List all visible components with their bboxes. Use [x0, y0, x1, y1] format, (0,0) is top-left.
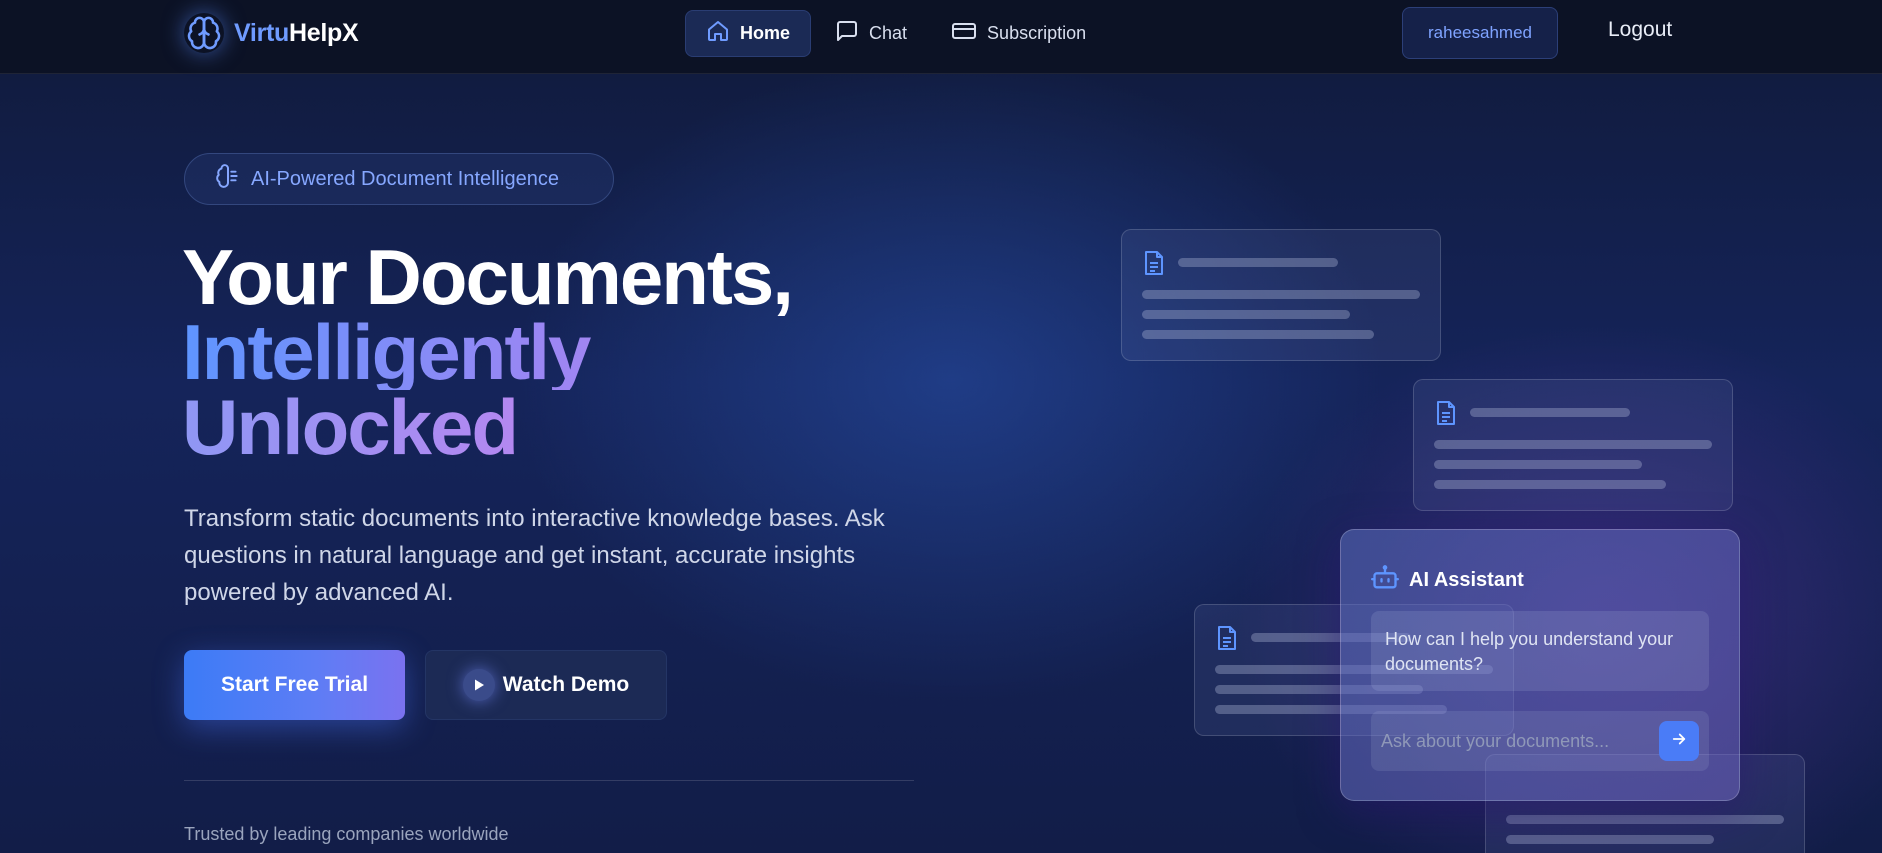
start-free-trial-button[interactable]: Start Free Trial — [184, 650, 405, 720]
nav-links: Home Chat Subscription — [685, 10, 1110, 57]
chat-icon — [835, 19, 869, 48]
nav-chat[interactable]: Chat — [815, 10, 927, 57]
brain-icon — [215, 163, 251, 195]
trusted-by-text: Trusted by leading companies worldwide — [184, 824, 509, 844]
hero-title-line2: Intelligently — [182, 313, 792, 391]
nav-home[interactable]: Home — [685, 10, 812, 57]
document-icon — [1142, 250, 1166, 281]
hero-description: Transform static documents into interact… — [184, 505, 885, 606]
arrow-right-icon — [1670, 730, 1688, 753]
home-icon — [706, 19, 740, 48]
logo-text-part1: Virtu — [234, 18, 289, 47]
logout-button[interactable]: Logout — [1608, 18, 1672, 42]
document-card — [1413, 379, 1733, 511]
document-icon — [1215, 625, 1239, 656]
nav-chat-label: Chat — [869, 23, 908, 43]
logo-text: VirtuHelpX — [234, 18, 359, 48]
logo[interactable]: VirtuHelpX — [184, 12, 359, 54]
nav-subscription[interactable]: Subscription — [931, 10, 1106, 57]
hero-title-line3: Unlocked — [182, 388, 792, 466]
watch-demo-button[interactable]: Watch Demo — [425, 650, 667, 720]
divider — [184, 780, 914, 781]
watch-demo-label: Watch Demo — [502, 673, 630, 696]
send-button[interactable] — [1659, 721, 1699, 761]
card-icon — [951, 19, 987, 48]
robot-icon — [1371, 564, 1399, 597]
assistant-message: How can I help you understand your docum… — [1371, 611, 1709, 691]
ai-assistant-card: AI Assistant How can I help you understa… — [1340, 529, 1740, 801]
hero-title-line1: Your Documents, — [182, 233, 794, 321]
play-icon — [462, 669, 495, 701]
hero-title: Your Documents, Intelligently Unlocked — [182, 233, 794, 466]
nav-subscription-label: Subscription — [987, 23, 1087, 43]
ai-assistant-title: AI Assistant — [1409, 569, 1524, 591]
brain-icon — [184, 13, 224, 53]
document-icon — [1434, 400, 1458, 431]
nav-home-label: Home — [740, 23, 791, 43]
top-navbar: VirtuHelpX Home Chat Subscription rahees… — [0, 0, 1882, 74]
logo-text-part2: HelpX — [289, 18, 359, 47]
ai-assistant-header: AI Assistant — [1371, 564, 1524, 597]
hero-badge: AI-Powered Document Intelligence — [184, 153, 614, 205]
hero-badge-label: AI-Powered Document Intelligence — [251, 167, 559, 190]
document-card — [1121, 229, 1441, 361]
user-profile-button[interactable]: raheesahmed — [1402, 7, 1558, 59]
